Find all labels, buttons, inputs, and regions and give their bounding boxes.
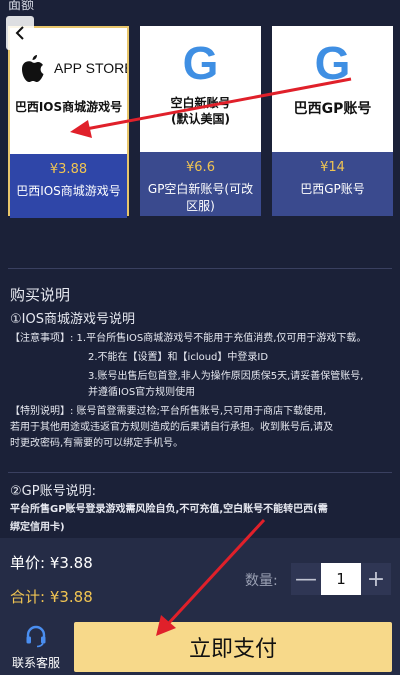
product-name-ios: 巴西IOS商城游戏号 (16, 184, 121, 198)
decrease-button[interactable]: — (291, 563, 321, 595)
back-arrow-icon (15, 26, 24, 40)
increase-button[interactable]: + (361, 563, 391, 595)
special-line-3: 时更改密码,有需要的可以绑定手机号。 (10, 438, 184, 449)
gp-section-heading: ②GP账号说明: (10, 484, 96, 499)
total-price: 合计: ¥3.88 (10, 588, 93, 606)
quantity-stepper: — 1 + (291, 563, 391, 595)
quantity-label: 数量: (245, 573, 278, 589)
app-store-text: APP STORE (54, 60, 127, 76)
product-name-gp-brazil: 巴西GP账号 (300, 182, 365, 196)
back-button[interactable] (6, 16, 34, 50)
price-gp-brazil: ¥14 (320, 160, 345, 175)
divider (8, 472, 392, 473)
pay-now-button[interactable]: 立即支付 (74, 622, 392, 672)
image-caption-ios: 巴西IOS商城游戏号 (14, 100, 123, 114)
gp-line-1: 平台所售GP账号登录游戏需风险自负,不可充值,空白账号不能转巴西(需 (10, 504, 328, 515)
section-label-cut: 面额 (8, 0, 35, 13)
quantity-input[interactable]: 1 (321, 563, 361, 595)
image-caption-gp-brazil: 巴西GP账号 (293, 101, 372, 117)
product-name-gp-blank: GP空白新账号(可改区服) (147, 182, 254, 213)
apple-icon (22, 55, 44, 82)
instructions-title: 购买说明 (10, 286, 71, 304)
special-line-2: 若用于其他用途或违返官方规则造成的后果请自行承担。收到账号后,请及 (10, 422, 334, 433)
product-cards: APP STORE 巴西IOS商城游戏号 ¥3.88 巴西IOS商城游戏号 G … (8, 26, 393, 218)
product-card-gp-brazil[interactable]: G 巴西GP账号 ¥14 巴西GP账号 (272, 26, 393, 216)
product-card-gp-blank[interactable]: G 空白新账号 (默认美国) ¥6.6 GP空白新账号(可改区服) (140, 26, 261, 216)
customer-service-button[interactable]: 联系客服 (6, 624, 66, 671)
gp-instructions: ②GP账号说明: 平台所售GP账号登录游戏需风险自负,不可充值,空白账号不能转巴… (10, 480, 392, 537)
notes-line-4: 并遵循IOS官方规则使用 (88, 387, 196, 398)
google-g-icon: G (182, 37, 219, 89)
notes-line-3: 3.账号出售后包首登,非人为操作原因质保5天,请妥善保管账号, (88, 371, 364, 382)
checkout-bar: 单价: ¥3.88 合计: ¥3.88 数量: — 1 + 联系客服 立即支付 (0, 538, 400, 675)
notes-line-2: 2.不能在【设置】和【icloud】中登录ID (88, 352, 269, 363)
special-line-1: 【特别说明】: 账号首登需要过检;平台所售账号,只可用于商店下载使用, (10, 406, 327, 417)
divider (8, 268, 392, 269)
unit-price: 单价: ¥3.88 (10, 554, 93, 572)
image-caption-gp-blank-2: (默认美国) (171, 112, 230, 126)
headset-icon (26, 625, 46, 648)
price-gp-blank: ¥6.6 (186, 160, 215, 175)
product-image-gp-brazil: G 巴西GP账号 (272, 26, 393, 152)
gp-line-2: 绑定信用卡) (10, 522, 65, 533)
customer-service-label: 联系客服 (11, 656, 60, 670)
product-card-ios[interactable]: APP STORE 巴西IOS商城游戏号 ¥3.88 巴西IOS商城游戏号 (8, 26, 129, 218)
price-ios: ¥3.88 (49, 162, 88, 177)
notes-line-1: 【注意事项】: 1.平台所售IOS商城游戏号不能用于充值消费,仅可用于游戏下载。 (10, 333, 367, 344)
ios-section-heading: ①IOS商城游戏号说明 (10, 312, 135, 327)
image-caption-gp-blank-1: 空白新账号 (170, 96, 231, 110)
google-g-icon: G (314, 37, 351, 89)
purchase-instructions: 购买说明 ①IOS商城游戏号说明 【注意事项】: 1.平台所售IOS商城游戏号不… (10, 284, 392, 452)
product-image-gp-blank: G 空白新账号 (默认美国) (140, 26, 261, 152)
